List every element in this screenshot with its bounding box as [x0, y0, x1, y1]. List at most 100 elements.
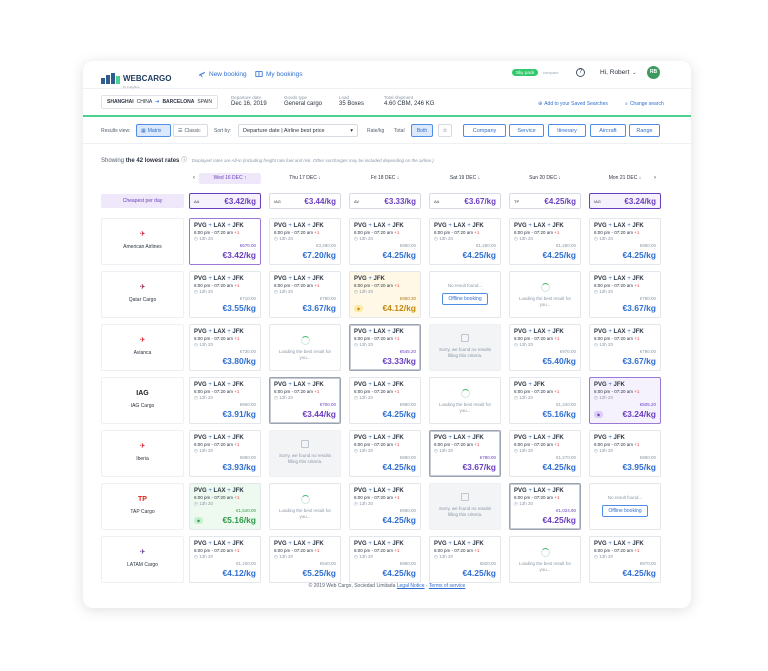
cheapest-cell-4[interactable]: TP €4.25/kg	[509, 193, 581, 209]
rate-cell[interactable]: PVG + LAX + JFK 6:00 pm - 07:20 am +1 ◷ 13…	[589, 218, 661, 265]
user-menu[interactable]: Hi, Robert ⌄	[600, 69, 636, 76]
nav-my-bookings[interactable]: My bookings	[255, 70, 303, 78]
sort-select[interactable]: Departure date | Airline best price ▾	[238, 124, 358, 137]
price-per-kg: €5.16/kg	[542, 409, 576, 419]
filter-company-button[interactable]: Company	[463, 124, 506, 137]
offline-booking-button[interactable]: Offline booking	[442, 293, 488, 305]
rate-cell[interactable]: PVG + LAX + JFK 6:00 pm - 07:20 am +1 ◷ 13…	[349, 430, 421, 477]
rate-cell[interactable]: PVG + LAX + JFK 6:00 pm - 07:20 am +1 ◷ 13…	[189, 536, 261, 583]
rate-cell[interactable]: PVG + LAX + JFK 6:00 pm - 07:20 am +1 ◷ 13…	[349, 536, 421, 583]
terms-link[interactable]: Terms of service	[429, 583, 465, 589]
rate-cell[interactable]: PVG + LAX + JFK 6:00 pm - 07:20 am +1 ◷ 13…	[189, 430, 261, 477]
time-range: 6:00 pm - 07:20 am	[594, 442, 634, 447]
airline-4[interactable]: ✈ Iberia	[101, 430, 184, 477]
both-toggle[interactable]: Both	[411, 124, 433, 137]
rate-cell[interactable]: PVG + LAX + JFK 6:00 pm - 07:20 am +1 ◷ 13…	[509, 430, 581, 477]
filter-service-button[interactable]: Service	[509, 124, 544, 137]
rate-cell[interactable]: Loading the best result for you...	[269, 324, 341, 371]
rate-cell[interactable]: Loading the best result for you...	[269, 483, 341, 530]
rate-cell[interactable]: PVG + LAX + JFK 6:00 pm - 07:20 am +1 ◷ 13…	[189, 271, 261, 318]
duration: ◷ 13h 20	[514, 501, 576, 507]
date-header-0[interactable]: Wed 16 DEC ↑	[199, 173, 261, 184]
rate-cell[interactable]: PVG + LAX + JFK 6:00 pm - 07:20 am +1 ◷ 13…	[189, 324, 261, 371]
cheapest-cell-5[interactable]: IAG €3.24/kg	[589, 193, 661, 209]
rate-cell[interactable]: PVG + LAX + JFK 6:00 pm - 07:20 am +1 ◷ 13…	[589, 536, 661, 583]
date-header-5[interactable]: Mon 21 DEC ↓	[589, 173, 661, 184]
airline-1[interactable]: ✈ Qatar Cargo	[101, 271, 184, 318]
rate-cell[interactable]: PVG + LAX + JFK 6:00 pm - 07:20 am +1 ◷ 13…	[509, 483, 581, 530]
legal-notice-link[interactable]: Legal Notice	[397, 583, 425, 589]
date-prev-button[interactable]: ‹	[189, 173, 199, 184]
rate-cell[interactable]: PVG + LAX + JFK 6:00 pm - 07:20 am +1 ◷ 13…	[349, 218, 421, 265]
rate-cell[interactable]: Loading the best result for you...	[509, 536, 581, 583]
rate-cell[interactable]: PVG + LAX + JFK 6:00 pm - 07:20 am +1 ◷ 13…	[269, 218, 341, 265]
duration: ◷ 13h 20	[274, 554, 336, 560]
cheapest-cell-1[interactable]: IAG €3.44/kg	[269, 193, 341, 209]
rate-cell[interactable]: PVG + LAX + JFK 6:00 pm - 07:20 am +1 ◷ 13…	[189, 377, 261, 424]
matrix-view-button[interactable]: ▦ Matrix	[136, 124, 171, 137]
filter-aircraft-button[interactable]: Aircraft	[590, 124, 626, 137]
date-header-2[interactable]: Fri 18 DEC ↓	[349, 173, 421, 184]
airport-code: LAX	[373, 541, 386, 547]
info-icon[interactable]: ⓘ	[181, 158, 187, 164]
offline-booking-button[interactable]: Offline booking	[602, 505, 648, 517]
help-icon[interactable]: ?	[576, 68, 585, 77]
duration-value: 13h 20	[199, 236, 213, 241]
total-toggle-label[interactable]: Total	[394, 128, 405, 134]
rate-cell[interactable]: No result found... Offline booking	[589, 483, 661, 530]
date-header-4[interactable]: Sun 20 DEC ↓	[509, 173, 581, 184]
cheapest-cell-0[interactable]: AA €3.42/kg	[189, 193, 261, 209]
airline-0[interactable]: ✈ American Airlines	[101, 218, 184, 265]
webcargo-logo[interactable]: WEBCARGO by Freightos	[101, 68, 171, 89]
origin-city: SHANGHAI	[107, 99, 134, 105]
filter-itinerary-button[interactable]: Itinerary	[548, 124, 586, 137]
filter-range-button[interactable]: Range	[629, 124, 660, 137]
sky-pack-toggle[interactable]: Sky pack	[512, 69, 539, 76]
cheapest-carrier: TP	[514, 198, 520, 204]
rate-cell[interactable]: PVG + LAX + JFK 6:00 pm - 07:20 am +1 ◷ 13…	[589, 271, 661, 318]
route-sep: +	[307, 541, 311, 547]
avatar[interactable]: RB	[647, 66, 660, 79]
rate-cell[interactable]: PVG + LAX + JFK 6:00 pm - 07:20 am +1 ◷ 13…	[509, 324, 581, 371]
rate-cell[interactable]: PVG + LAX + JFK 6:00 pm - 07:20 am +1 ◷ 13…	[429, 536, 501, 583]
no-results-text: Sorry, we found no results filling this …	[439, 506, 491, 517]
rate-cell[interactable]: PVG + LAX + JFK 6:00 pm - 07:20 am +1 ◷ 13…	[349, 324, 421, 371]
airline-3[interactable]: IAG IAG Cargo	[101, 377, 184, 424]
rate-cell[interactable]: PVG + JFK 6:00 pm - 07:20 am +1 ◷ 13h 20 €5…	[589, 377, 661, 424]
total-price: €540.00	[319, 561, 336, 566]
rate-cell[interactable]: PVG + JFK 6:00 pm - 07:20 am +1 ◷ 13h 20 €1…	[509, 377, 581, 424]
airport-code: JFK	[232, 435, 244, 441]
footer-dash: -	[425, 583, 428, 589]
rate-cell[interactable]: PVG + LAX + JFK 6:00 pm - 07:20 am +1 ◷ 13…	[269, 536, 341, 583]
copyright-text: © 2019 Web Cargo, Sociedad Limitada	[308, 583, 396, 589]
rate-cell[interactable]: Loading the best result for you...	[429, 377, 501, 424]
rate-cell[interactable]: PVG + JFK 6:00 pm - 07:20 am +1 ◷ 13h 20 €9…	[589, 430, 661, 477]
rate-cell[interactable]: PVG + LAX + JFK 6:00 pm - 07:20 am +1 ◷ 13…	[269, 377, 341, 424]
pin-button[interactable]: ✩	[438, 124, 452, 137]
date-header-3[interactable]: Sat 19 DEC ↓	[429, 173, 501, 184]
save-search-link[interactable]: ⊕ Add to your Saved Searches	[538, 101, 608, 107]
rate-cell[interactable]: PVG + LAX + JFK 6:00 pm - 07:20 am +1 ◷ 13…	[189, 483, 261, 530]
airline-5[interactable]: TP TAP Cargo	[101, 483, 184, 530]
airline-6[interactable]: ✈ LATAM Cargo	[101, 536, 184, 583]
rate-cell[interactable]: PVG + LAX + JFK 6:00 pm - 07:20 am +1 ◷ 13…	[509, 218, 581, 265]
rate-cell[interactable]: PVG + LAX + JFK 6:00 pm - 07:20 am +1 ◷ 13…	[269, 271, 341, 318]
rate-cell[interactable]: PVG + LAX + JFK 6:00 pm - 07:20 am +1 ◷ 13…	[429, 218, 501, 265]
rate-cell[interactable]: PVG + LAX + JFK 6:00 pm - 07:20 am +1 ◷ 13…	[189, 218, 261, 265]
rate-cell[interactable]: PVG + JFK 6:00 pm - 07:20 am +1 ◷ 13h 20 €9…	[349, 271, 421, 318]
flight-time: 6:00 pm - 07:20 am +1	[354, 283, 416, 288]
nav-new-booking[interactable]: New booking	[198, 70, 247, 78]
date-header-1[interactable]: Thu 17 DEC ↓	[269, 173, 341, 184]
cheapest-cell-2[interactable]: AV €3.33/kg	[349, 193, 421, 209]
route-pill[interactable]: SHANGHAI CHINA ➔ BARCELONA SPAIN	[101, 95, 219, 109]
rate-cell[interactable]: No result found... Offline booking	[429, 271, 501, 318]
airline-2[interactable]: ✈ Avianca	[101, 324, 184, 371]
rate-cell[interactable]: PVG + LAX + JFK 6:00 pm - 07:20 am +1 ◷ 13…	[429, 430, 501, 477]
rate-cell[interactable]: Loading the best result for you...	[509, 271, 581, 318]
cheapest-cell-3[interactable]: AA €3.67/kg	[429, 193, 501, 209]
change-search-link[interactable]: ⌕ Change search	[625, 101, 664, 107]
rate-cell[interactable]: PVG + LAX + JFK 6:00 pm - 07:20 am +1 ◷ 13…	[349, 377, 421, 424]
rate-cell[interactable]: PVG + LAX + JFK 6:00 pm - 07:20 am +1 ◷ 13…	[589, 324, 661, 371]
classic-view-button[interactable]: ☰ Classic	[173, 124, 208, 137]
rate-cell[interactable]: PVG + LAX + JFK 6:00 pm - 07:20 am +1 ◷ 13…	[349, 483, 421, 530]
